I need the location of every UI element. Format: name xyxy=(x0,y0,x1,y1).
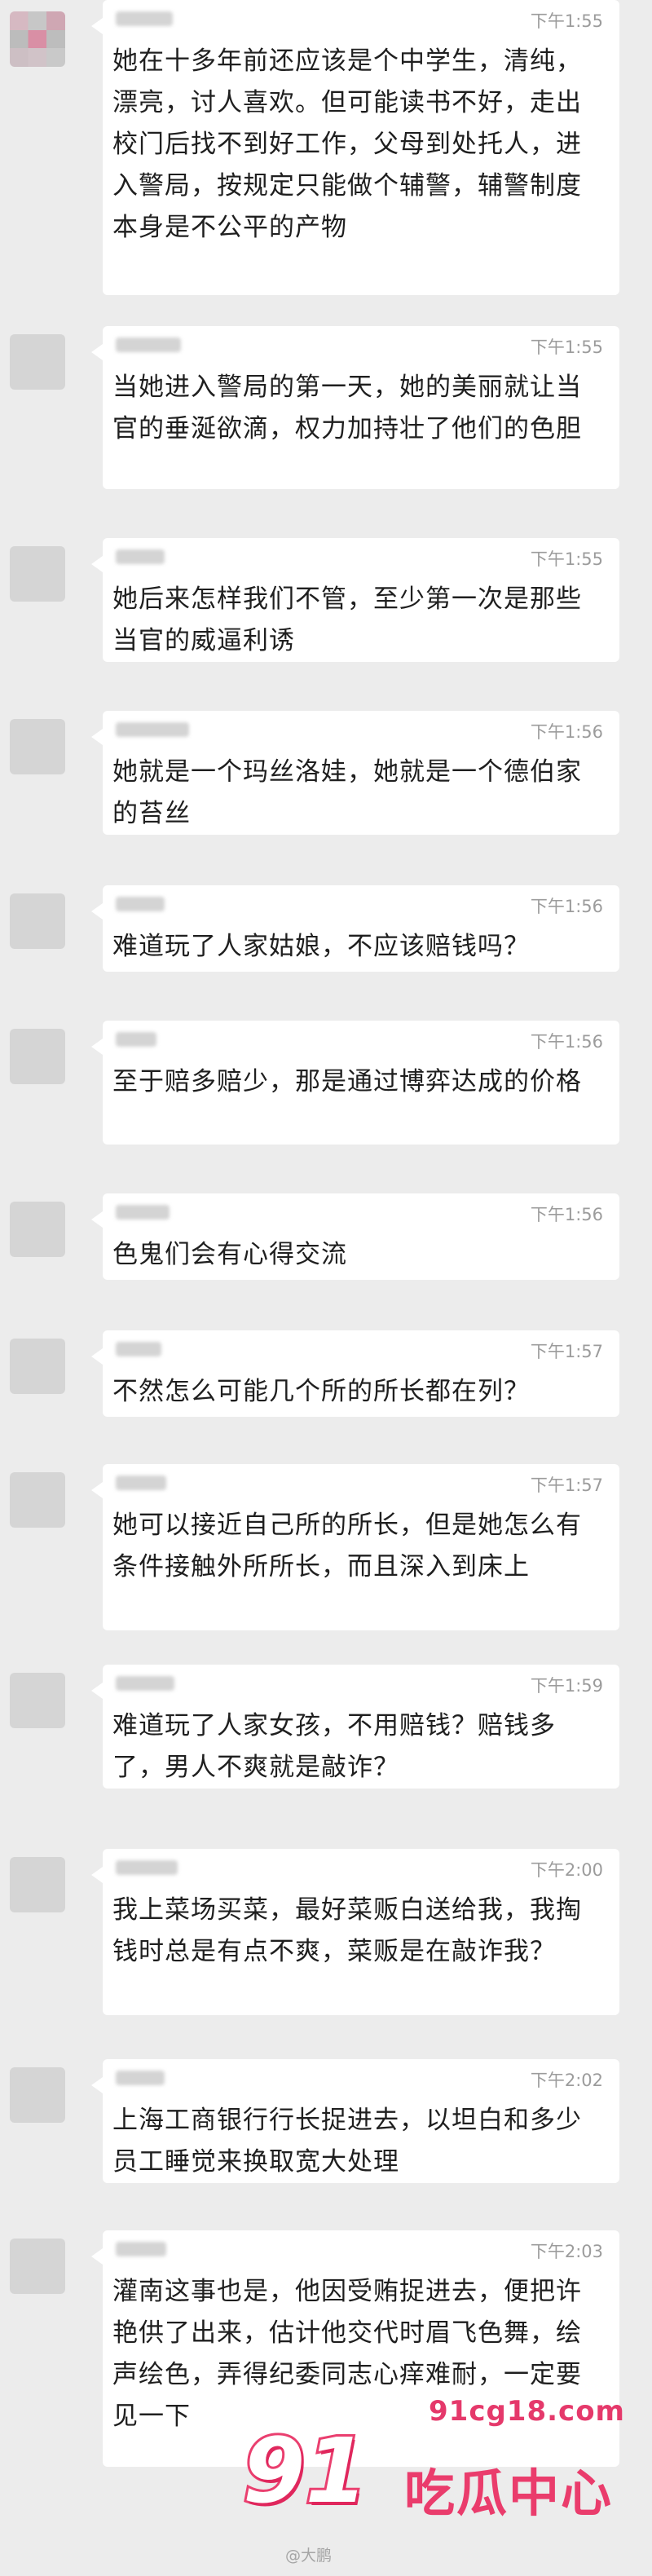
sender-name-redacted xyxy=(116,1676,174,1691)
message-bubble: 下午1:59 难道玩了人家女孩，不用赔钱？赔钱多了，男人不爽就是敲诈？ xyxy=(91,1665,619,1789)
message-timestamp: 下午1:56 xyxy=(530,897,603,916)
source-credit: @大鹏 xyxy=(285,2547,333,2565)
sender-name-redacted xyxy=(116,722,189,737)
message-text: 她后来怎样我们不管，至少第一次是那些当官的威逼利诱 xyxy=(112,584,582,655)
message-timestamp: 下午1:59 xyxy=(530,1676,603,1696)
message-timestamp: 下午2:03 xyxy=(530,2242,603,2261)
message-text: 上海工商银行行长捉进去，以坦白和多少员工睡觉来换取宽大处理 xyxy=(112,2106,582,2177)
avatar[interactable] xyxy=(10,2067,65,2123)
avatar[interactable] xyxy=(10,546,65,602)
avatar[interactable] xyxy=(10,1202,65,1257)
message-text: 当她进入警局的第一天，她的美丽就让当官的垂涎欲滴，权力加持壮了他们的色胆 xyxy=(112,373,582,443)
watermark-url: 91cg18.com xyxy=(429,2395,625,2428)
sender-name-redacted xyxy=(116,2071,165,2085)
message-bubble: 下午1:56 难道玩了人家姑娘，不应该赔钱吗？ xyxy=(91,885,619,972)
message-text: 难道玩了人家女孩，不用赔钱？赔钱多了，男人不爽就是敲诈？ xyxy=(112,1711,556,1782)
chat-feed: 下午1:55 她在十多年前还应该是个中学生，清纯，漂亮，讨人喜欢。但可能读书不好… xyxy=(0,0,652,2576)
sender-name-redacted xyxy=(116,1032,156,1047)
message-bubble: 下午1:57 她可以接近自己所的所长，但是她怎么有条件接触外所所长，而且深入到床… xyxy=(91,1464,619,1630)
message-bubble: 下午1:55 她在十多年前还应该是个中学生，清纯，漂亮，讨人喜欢。但可能读书不好… xyxy=(91,0,619,295)
message-bubble: 下午1:57 不然怎么可能几个所的所长都在列？ xyxy=(91,1330,619,1417)
avatar[interactable] xyxy=(10,1029,65,1084)
watermark-site-name: 吃瓜中心 xyxy=(404,2464,614,2523)
sender-name-redacted xyxy=(116,549,165,564)
message-timestamp: 下午2:00 xyxy=(530,1860,603,1880)
watermark: 91cg18.com 91 吃瓜中心 @大鹏 xyxy=(240,2380,652,2576)
avatar[interactable] xyxy=(10,719,65,774)
message-bubble: 下午1:56 至于赔多赔少，那是通过博弈达成的价格 xyxy=(91,1021,619,1145)
message-text: 色鬼们会有心得交流 xyxy=(112,1240,347,1269)
avatar[interactable] xyxy=(10,11,65,67)
message-timestamp: 下午1:55 xyxy=(530,549,603,569)
message-timestamp: 下午1:57 xyxy=(530,1342,603,1361)
message-bubble: 下午1:56 色鬼们会有心得交流 xyxy=(91,1193,619,1280)
avatar[interactable] xyxy=(10,893,65,949)
sender-name-redacted xyxy=(116,2242,166,2256)
message-timestamp: 下午2:02 xyxy=(530,2071,603,2090)
avatar[interactable] xyxy=(10,1673,65,1728)
message-timestamp: 下午1:56 xyxy=(530,1032,603,1052)
message-text: 不然怎么可能几个所的所长都在列？ xyxy=(112,1377,530,1406)
sender-name-redacted xyxy=(116,1205,170,1220)
message-bubble: 下午1:55 当她进入警局的第一天，她的美丽就让当官的垂涎欲滴，权力加持壮了他们… xyxy=(91,326,619,489)
message-timestamp: 下午1:55 xyxy=(530,337,603,357)
watermark-logo-number: 91 xyxy=(240,2419,370,2523)
message-text: 她在十多年前还应该是个中学生，清纯，漂亮，讨人喜欢。但可能读书不好，走出校门后找… xyxy=(112,46,582,242)
message-text: 她就是一个玛丝洛娃，她就是一个德伯家的苔丝 xyxy=(112,757,582,828)
message-bubble: 下午1:55 她后来怎样我们不管，至少第一次是那些当官的威逼利诱 xyxy=(91,538,619,662)
avatar[interactable] xyxy=(10,2239,65,2294)
message-timestamp: 下午1:56 xyxy=(530,722,603,742)
sender-name-redacted xyxy=(116,337,181,352)
message-timestamp: 下午1:56 xyxy=(530,1205,603,1224)
message-timestamp: 下午1:55 xyxy=(530,11,603,31)
message-bubble: 下午2:00 我上菜场买菜，最好菜贩白送给我，我掏钱时总是有点不爽，菜贩是在敲诈… xyxy=(91,1849,619,2015)
avatar[interactable] xyxy=(10,1472,65,1528)
sender-name-redacted xyxy=(116,1860,178,1875)
sender-name-redacted xyxy=(116,11,173,26)
message-timestamp: 下午1:57 xyxy=(530,1475,603,1495)
message-text: 我上菜场买菜，最好菜贩白送给我，我掏钱时总是有点不爽，菜贩是在敲诈我？ xyxy=(112,1895,582,1966)
sender-name-redacted xyxy=(116,897,165,911)
avatar[interactable] xyxy=(10,1339,65,1394)
message-bubble: 下午1:56 她就是一个玛丝洛娃，她就是一个德伯家的苔丝 xyxy=(91,711,619,835)
sender-name-redacted xyxy=(116,1342,161,1356)
message-text: 难道玩了人家姑娘，不应该赔钱吗？ xyxy=(112,932,530,961)
sender-name-redacted xyxy=(116,1475,166,1490)
avatar[interactable] xyxy=(10,1857,65,1912)
message-bubble: 下午2:02 上海工商银行行长捉进去，以坦白和多少员工睡觉来换取宽大处理 xyxy=(91,2059,619,2183)
avatar[interactable] xyxy=(10,334,65,390)
message-text: 她可以接近自己所的所长，但是她怎么有条件接触外所所长，而且深入到床上 xyxy=(112,1511,582,1581)
message-text: 至于赔多赔少，那是通过博弈达成的价格 xyxy=(112,1067,582,1096)
